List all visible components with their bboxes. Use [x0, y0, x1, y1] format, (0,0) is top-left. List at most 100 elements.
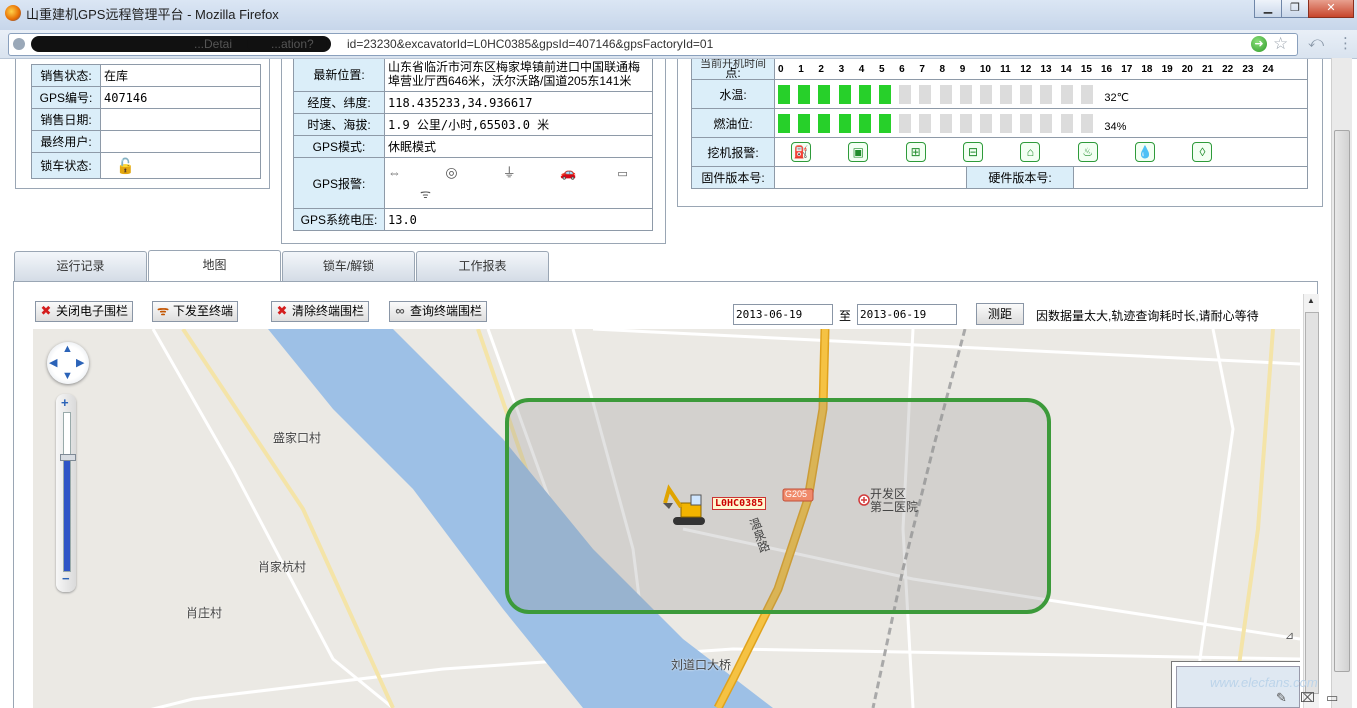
fuel-segment: [858, 113, 871, 133]
tab-run-records[interactable]: 运行记录: [14, 251, 147, 281]
voltage-label: GPS系统电压:: [293, 208, 385, 231]
location-value: 山东省临沂市河东区梅家埠镇前进口中国联通梅埠营业厅西646米，沃尔沃路/国道20…: [384, 59, 653, 92]
zoom-out-button[interactable]: −: [62, 571, 70, 586]
pan-control[interactable]: ▲ ▼ ◀ ▶: [47, 342, 89, 384]
navigation-toolbar: ...Detai ...ation? id=23230&excavatorId=…: [0, 30, 1357, 59]
fuel-segment: [1040, 113, 1053, 133]
zoom-control[interactable]: + −: [56, 394, 76, 592]
antenna-icon: ᯤ: [157, 303, 169, 318]
zoom-in-button[interactable]: +: [61, 395, 69, 410]
sales-status-label: 销售状态:: [31, 64, 101, 87]
url-text: id=23230&excavatorId=L0HC0385&gpsId=4071…: [347, 37, 714, 51]
hour-tick-label: 13: [1040, 64, 1052, 75]
scroll-up-arrow-icon[interactable]: ▲: [1307, 296, 1315, 305]
sales-info-table: 销售状态: 在库 GPS编号: 407146 销售日期: 最终用户: 锁车状态:…: [31, 64, 261, 179]
toolbar-grip-icon: ⋮: [1338, 35, 1353, 52]
zoom-slider-knob[interactable]: [60, 454, 76, 462]
gps-info-table: 最新位置: 山东省临沂市河东区梅家埠镇前进口中国联通梅埠营业厅西646米，沃尔沃…: [293, 59, 653, 231]
hour-tick-label: 4: [858, 64, 865, 75]
pan-right-icon[interactable]: ▶: [76, 356, 84, 369]
pan-up-icon[interactable]: ▲: [62, 343, 73, 355]
fuel-pump-icon: ⛽: [791, 142, 811, 162]
date-to-input[interactable]: 2013-06-19: [857, 304, 957, 325]
fuel-segment: [838, 113, 851, 133]
table-row: GPS编号: 407146: [31, 86, 261, 109]
panel-scrollbar-thumb[interactable]: [1305, 312, 1319, 694]
gps-alarm-icons: ⇔ ◎ ⏚ 🚗 ▭ ᯤ: [384, 157, 653, 209]
maximize-button[interactable]: ❐: [1281, 0, 1309, 18]
map-label-hospital: 开发区 第二医院: [870, 488, 918, 514]
close-button[interactable]: ✕: [1308, 0, 1354, 18]
map-label-village: 肖家杭村: [258, 560, 307, 574]
gps-mode-label: GPS模式:: [293, 135, 385, 158]
zoom-track[interactable]: [60, 412, 76, 572]
table-row: 经度、纬度: 118.435233,34.936617: [293, 91, 653, 114]
water-temp-segment: [858, 84, 871, 104]
fuel-segment: [818, 113, 831, 133]
close-fence-button[interactable]: ✖ 关闭电子围栏: [35, 301, 134, 322]
url-fragment-detail: ...Detai: [194, 37, 233, 51]
table-row: 当前开机时间 点: 0 1 2 3 4 5 6 7 8 9 10 11 12 13 14 15 16 17 18 19…: [691, 59, 1308, 80]
table-row: 最新位置: 山东省临沂市河东区梅家埠镇前进口中国联通梅埠营业厅西646米，沃尔沃…: [293, 59, 653, 92]
window-scrollbar-thumb[interactable]: [1334, 130, 1350, 672]
pen-icon[interactable]: ✎: [1276, 690, 1287, 706]
go-arrow-icon[interactable]: ➜: [1251, 36, 1267, 52]
addon-icon[interactable]: ⌧: [1300, 690, 1315, 706]
watermark: www.elecfans.com: [1210, 675, 1318, 690]
vehicle-label[interactable]: L0HC0385: [712, 497, 767, 510]
tab-work-report[interactable]: 工作报表: [416, 251, 549, 281]
machine-status-panel: 当前开机时间 点: 0 1 2 3 4 5 6 7 8 9 10 11 12 13 14 15 16 17 18 19…: [677, 59, 1323, 207]
electronic-fence[interactable]: [505, 398, 1051, 614]
hours-scale: 0 1 2 3 4 5 6 7 8 9 10 11 12 13 14 15 16 17 18 19 20 21 22 23 24: [774, 59, 1308, 80]
pan-down-icon[interactable]: ▼: [62, 370, 73, 382]
measure-distance-button[interactable]: 测距: [976, 303, 1024, 325]
lock-status-value: 🔓: [100, 152, 261, 179]
oil-drop-icon: ◊: [1192, 142, 1213, 162]
tab-lock-unlock[interactable]: 锁车/解锁: [282, 251, 415, 281]
fuel-segment: [878, 113, 891, 133]
fuel-segment: [919, 113, 932, 133]
site-identity-icon[interactable]: [13, 38, 25, 50]
table-row: 销售日期:: [31, 108, 261, 131]
excavator-marker-icon[interactable]: [663, 481, 711, 527]
water-temp-segment: [1060, 84, 1073, 104]
fuel-segment: [979, 113, 992, 133]
road-shield-g205: G205: [785, 489, 808, 499]
fuel-segment: [1000, 113, 1013, 133]
window-icon[interactable]: ▭: [1326, 690, 1338, 706]
hour-tick-label: 21: [1201, 64, 1214, 75]
excavator-alarm-label: 挖机报警:: [691, 137, 775, 167]
coords-label: 经度、纬度:: [293, 91, 385, 114]
map-view[interactable]: 盛家口村 肖家杭村 肖庄村 开发区 第二医院 G205 温泉路 刘道口大桥 L0…: [33, 329, 1300, 708]
unlocked-padlock-icon: 🔓: [116, 157, 135, 175]
window-scrollbar[interactable]: [1331, 58, 1352, 708]
clear-fence-button[interactable]: ✖ 清除终端围栏: [271, 301, 370, 322]
bookmark-star-icon[interactable]: ☆: [1273, 34, 1288, 54]
car-icon: 🚗: [560, 165, 577, 180]
gps-mode-value: 休眠模式: [384, 135, 653, 158]
overview-toggle-icon[interactable]: ⊿: [1285, 629, 1294, 642]
minimize-button[interactable]: ▁: [1254, 0, 1282, 18]
hour-tick-label: 3: [838, 64, 845, 75]
panel-scrollbar[interactable]: ▲: [1303, 294, 1319, 708]
hour-tick-label: 6: [899, 64, 905, 75]
send-to-terminal-button[interactable]: ᯤ 下发至终端: [152, 301, 239, 322]
fuel-segment: [1020, 113, 1033, 133]
battery-icon: ▭: [617, 168, 628, 180]
date-from-input[interactable]: 2013-06-19: [733, 304, 833, 325]
page-content: 销售状态: 在库 GPS编号: 407146 销售日期: 最终用户: 锁车状态:…: [5, 59, 1335, 708]
query-fence-button[interactable]: ∞ 查询终端围栏: [389, 301, 488, 322]
hour-tick-label: 0: [778, 64, 784, 75]
hours-scale-ticks: 0 1 2 3 4 5 6 7 8 9 10 11 12 13 14 15 16 17 18 19 20 21 22 23 24: [778, 61, 1304, 75]
coords-value: 118.435233,34.936617: [384, 91, 653, 114]
table-row: 燃油位: 34%: [691, 108, 1308, 138]
pan-left-icon[interactable]: ◀: [49, 356, 57, 369]
back-arrow-icon[interactable]: ⤺: [1308, 34, 1324, 51]
url-bar[interactable]: ...Detai ...ation? id=23230&excavatorId=…: [8, 33, 1298, 56]
gps-info-panel: 最新位置: 山东省临沂市河东区梅家埠镇前进口中国联通梅埠营业厅西646米，沃尔沃…: [281, 59, 666, 244]
water-temp-segment: [838, 84, 851, 104]
firefox-icon: [5, 5, 21, 21]
tab-map[interactable]: 地图: [148, 250, 281, 282]
query-notice-text: 因数据量太大,轨迹查询耗时长,请耐心等待: [1036, 309, 1259, 323]
map-label-village: 盛家口村: [273, 431, 322, 445]
